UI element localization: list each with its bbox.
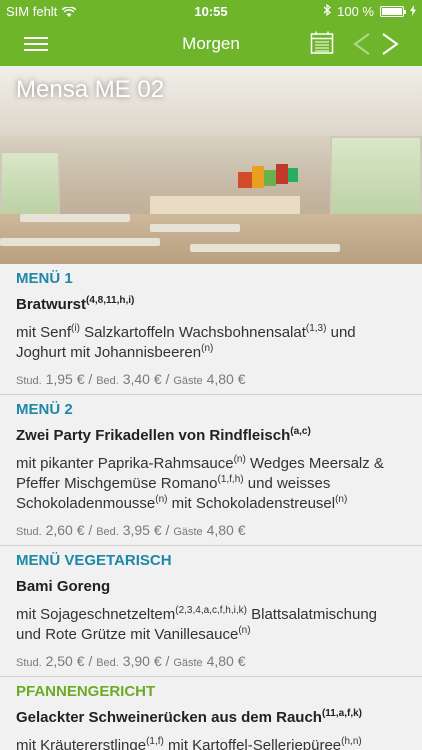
price-guest: 4,80 € xyxy=(206,653,246,669)
description-text: mit Kräutererstlinge xyxy=(16,737,147,750)
next-day-icon[interactable] xyxy=(380,32,400,56)
meal-name-text: Bratwurst xyxy=(16,296,87,313)
price-label-student: Stud. xyxy=(16,526,42,538)
meal-description: mit Sojageschnetzeltem(2,3,4,a,c,f,h,i,k… xyxy=(16,605,406,645)
price-label-guest: Gäste xyxy=(173,375,203,387)
price-label-staff: Bed. xyxy=(96,375,119,387)
status-bar: SIM fehlt 10:55 100 % xyxy=(0,0,422,22)
meal-name-text: Bami Goreng xyxy=(16,578,111,595)
meal-item[interactable]: MENÜ VEGETARISCH Bami Goreng mit Sojagesch… xyxy=(0,546,422,677)
calendar-icon[interactable] xyxy=(310,31,334,55)
allergen-codes: (a,c) xyxy=(290,426,311,437)
meal-item[interactable]: MENÜ 1 Bratwurst(4,8,11,h,i) mit Senf(i) S… xyxy=(0,264,422,395)
meal-name-text: Gelackter Schweinerücken aus dem Rauch xyxy=(16,709,322,726)
meal-item[interactable]: MENÜ 2 Zwei Party Frikadellen von Rindfle… xyxy=(0,395,422,546)
allergen-codes: (1,f) xyxy=(146,736,164,747)
meal-description: mit Kräutererstlinge(1,f) mit Kartoffel-… xyxy=(16,736,406,750)
allergen-codes: (n) xyxy=(238,625,251,636)
price-staff: 3,90 € xyxy=(122,653,162,669)
allergen-codes: (i) xyxy=(71,323,80,334)
battery-icon xyxy=(380,6,406,17)
allergen-codes: (11,a,f,k) xyxy=(321,708,362,719)
meal-category: MENÜ 2 xyxy=(16,401,73,418)
description-text: mit Schokoladenstreusel xyxy=(167,495,336,512)
bluetooth-icon xyxy=(323,3,332,19)
price-student: 2,50 € xyxy=(45,653,85,669)
description-text: Salzkartoffeln Wachsbohnensalat xyxy=(79,324,306,341)
price-label-guest: Gäste xyxy=(173,526,203,538)
price-label-student: Stud. xyxy=(16,375,42,387)
nav-bar: Morgen xyxy=(0,22,422,66)
meal-name: Zwei Party Frikadellen von Rindfleisch(a… xyxy=(16,426,406,445)
price-guest: 4,80 € xyxy=(206,522,246,538)
meal-list: MENÜ 1 Bratwurst(4,8,11,h,i) mit Senf(i) S… xyxy=(0,264,422,750)
allergen-codes: (2,3,4,a,c,f,h,i,k) xyxy=(175,605,247,616)
meal-description: mit Senf(i) Salzkartoffeln Wachsbohnensa… xyxy=(16,323,406,363)
meal-name-text: Zwei Party Frikadellen von Rindfleisch xyxy=(16,427,291,444)
allergen-codes: (n) xyxy=(201,343,214,354)
price-student: 2,60 € xyxy=(45,522,85,538)
allergen-codes: (h,n) xyxy=(341,736,362,747)
previous-day-icon[interactable] xyxy=(352,32,372,56)
description-text: mit pikanter Paprika-Rahmsauce xyxy=(16,455,234,472)
price-row: Stud. 2,60 € / Bed. 3,95 € / Gäste 4,80 … xyxy=(16,522,246,538)
price-student: 1,95 € xyxy=(45,371,85,387)
price-staff: 3,95 € xyxy=(122,522,162,538)
cafeteria-photo: Mensa ME 02 xyxy=(0,66,422,264)
meal-description: mit pikanter Paprika-Rahmsauce(n) Wedges… xyxy=(16,454,406,514)
allergen-codes: (4,8,11,h,i) xyxy=(86,295,135,306)
mensa-title: Mensa ME 02 xyxy=(16,76,165,103)
battery-fill xyxy=(382,8,402,15)
allergen-codes: (n) xyxy=(335,494,348,505)
description-text: mit Senf xyxy=(16,324,72,341)
price-staff: 3,40 € xyxy=(122,371,162,387)
price-label-staff: Bed. xyxy=(96,657,119,669)
price-row: Stud. 1,95 € / Bed. 3,40 € / Gäste 4,80 … xyxy=(16,371,246,387)
charging-icon xyxy=(410,4,416,19)
meal-name: Bratwurst(4,8,11,h,i) xyxy=(16,295,406,314)
price-guest: 4,80 € xyxy=(206,371,246,387)
price-label-staff: Bed. xyxy=(96,526,119,538)
meal-category: PFANNENGERICHT xyxy=(16,683,156,700)
price-row: Stud. 2,50 € / Bed. 3,90 € / Gäste 4,80 … xyxy=(16,653,246,669)
description-text: mit Kartoffel-Selleriepüree xyxy=(163,737,342,750)
status-right: 100 % xyxy=(323,3,416,19)
description-text: mit Sojageschnetzeltem xyxy=(16,606,176,623)
meal-item[interactable]: PFANNENGERICHT Gelackter Schweinerücken a… xyxy=(0,677,422,750)
price-label-student: Stud. xyxy=(16,657,42,669)
meal-name: Bami Goreng xyxy=(16,578,406,595)
price-label-guest: Gäste xyxy=(173,657,203,669)
allergen-codes: (n) xyxy=(155,494,168,505)
meal-name: Gelackter Schweinerücken aus dem Rauch(1… xyxy=(16,708,406,727)
battery-percent: 100 % xyxy=(337,4,374,19)
meal-category: MENÜ 1 xyxy=(16,270,73,287)
allergen-codes: (1,3) xyxy=(305,323,327,334)
allergen-codes: (n) xyxy=(233,454,246,465)
meal-category: MENÜ VEGETARISCH xyxy=(16,552,172,569)
allergen-codes: (1,f,h) xyxy=(217,474,244,485)
